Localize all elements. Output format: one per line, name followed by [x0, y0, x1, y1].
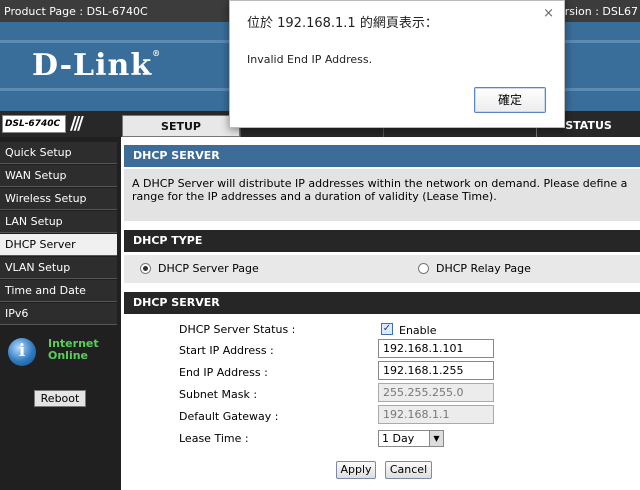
start-ip-label: Start IP Address : — [179, 344, 274, 357]
enable-label: Enable — [399, 324, 437, 337]
sidebar-item-vlan-setup[interactable]: VLAN Setup — [0, 257, 117, 279]
sidebar: Quick Setup WAN Setup Wireless Setup LAN… — [0, 137, 121, 490]
logo-text: D-Link — [32, 48, 153, 83]
lease-time-label: Lease Time : — [179, 432, 249, 445]
default-gateway-input: 192.168.1.1 — [378, 405, 494, 424]
section-description: A DHCP Server will distribute IP address… — [124, 169, 640, 221]
apply-button[interactable]: Apply — [336, 461, 376, 479]
main-content: DHCP SERVER A DHCP Server will distribut… — [124, 137, 640, 490]
alert-dialog: 位於 192.168.1.1 的網頁表示： × Invalid End IP A… — [229, 0, 565, 128]
internet-globe-icon: i — [8, 338, 36, 366]
sidebar-item-lan-setup[interactable]: LAN Setup — [0, 211, 117, 233]
start-ip-input[interactable]: 192.168.1.101 — [378, 339, 494, 358]
dlink-logo: D-Link® — [32, 48, 161, 83]
internet-status-line2: Online — [48, 349, 89, 362]
dialog-title: 位於 192.168.1.1 的網頁表示： — [247, 16, 438, 31]
product-page-label: Product Page : DSL-6740C — [4, 5, 148, 18]
dhcp-type-options: DHCP Server Page DHCP Relay Page — [124, 255, 640, 283]
sidebar-item-wan-setup[interactable]: WAN Setup — [0, 165, 117, 187]
sidebar-item-ipv6[interactable]: IPv6 — [0, 303, 117, 325]
end-ip-label: End IP Address : — [179, 366, 268, 379]
radio-dhcp-server-label: DHCP Server Page — [158, 262, 259, 275]
lease-time-select[interactable]: 1 Day ▼ — [378, 430, 444, 447]
cancel-button[interactable]: Cancel — [385, 461, 432, 479]
section-title: DHCP SERVER — [124, 145, 640, 167]
chevron-down-icon: ▼ — [429, 431, 443, 446]
lease-time-value: 1 Day — [382, 432, 415, 445]
dhcp-status-label: DHCP Server Status : — [179, 323, 296, 336]
divider-slashes-icon: /// — [70, 113, 84, 134]
dialog-message: Invalid End IP Address. — [247, 53, 373, 66]
internet-status: i Internet Online — [8, 338, 108, 368]
radio-dhcp-relay-label: DHCP Relay Page — [436, 262, 531, 275]
sidebar-item-wireless-setup[interactable]: Wireless Setup — [0, 188, 117, 210]
default-gateway-label: Default Gateway : — [179, 410, 279, 423]
internet-status-text: Internet Online — [48, 338, 99, 362]
dhcp-server-heading: DHCP SERVER — [124, 292, 640, 314]
radio-dhcp-server[interactable] — [140, 263, 151, 274]
enable-checkbox[interactable]: ✓ — [381, 323, 393, 335]
subnet-mask-label: Subnet Mask : — [179, 388, 258, 401]
dialog-ok-button[interactable]: 確定 — [474, 87, 546, 113]
tab-setup[interactable]: SETUP — [122, 115, 240, 137]
model-label: DSL-6740C — [2, 115, 66, 133]
radio-dhcp-relay[interactable] — [418, 263, 429, 274]
reboot-button[interactable]: Reboot — [34, 390, 86, 407]
dhcp-server-form: DHCP Server Status : ✓ Enable Start IP A… — [124, 317, 640, 490]
logo-registered-mark: ® — [152, 48, 162, 58]
firmware-version-label: ersion : DSL67 — [557, 5, 638, 18]
dhcp-type-heading: DHCP TYPE — [124, 230, 640, 252]
close-icon[interactable]: × — [543, 6, 554, 21]
subnet-mask-input: 255.255.255.0 — [378, 383, 494, 402]
sidebar-item-quick-setup[interactable]: Quick Setup — [0, 142, 117, 164]
sidebar-item-dhcp-server[interactable]: DHCP Server — [0, 234, 117, 256]
sidebar-item-time-and-date[interactable]: Time and Date — [0, 280, 117, 302]
end-ip-input[interactable]: 192.168.1.255 — [378, 361, 494, 380]
